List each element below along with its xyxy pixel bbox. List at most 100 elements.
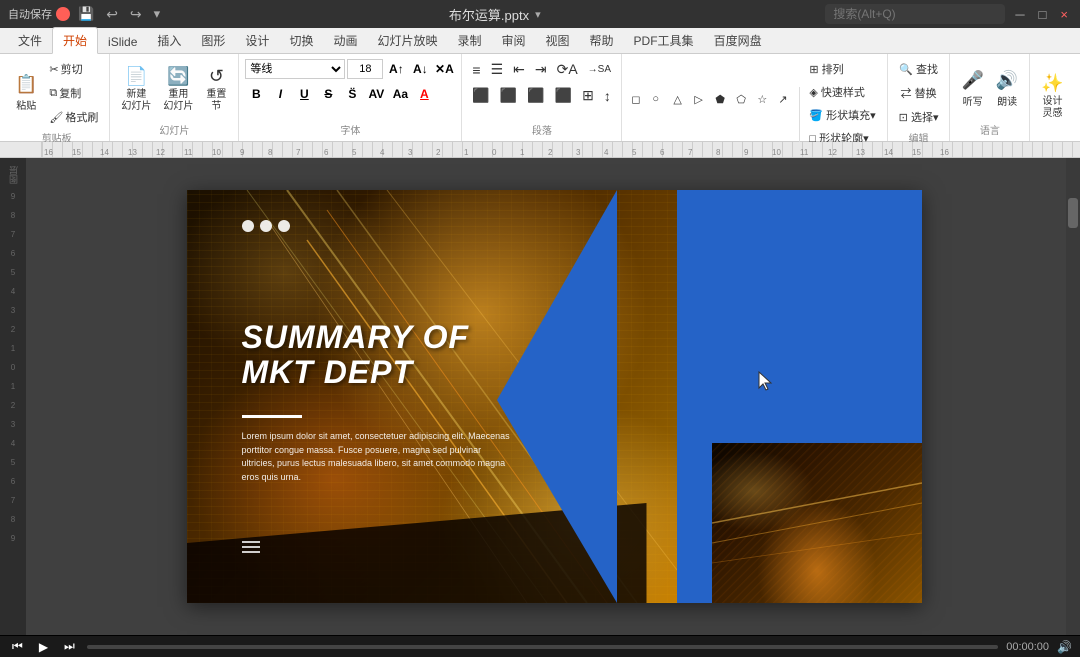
maximize-button[interactable]: □ — [1035, 7, 1051, 22]
svg-text:13: 13 — [856, 148, 865, 157]
slide-canvas[interactable]: SUMMARY OF MKT DEPT Lorem ipsum dolor si… — [187, 190, 922, 603]
close-dot[interactable] — [56, 7, 70, 21]
scrollbar-thumb[interactable] — [1068, 198, 1078, 228]
char-spacing-button[interactable]: AV — [365, 83, 387, 105]
ribbon-group-designer: ✨ 设计灵感 — [1030, 54, 1074, 141]
bold-button[interactable]: B — [245, 83, 267, 105]
shape-item[interactable]: ◻ — [628, 90, 648, 109]
tab-record[interactable]: 录制 — [447, 28, 491, 53]
progress-bar[interactable] — [87, 645, 998, 649]
decrease-indent-button[interactable]: ⇤ — [509, 58, 529, 81]
prev-frame-button[interactable]: ⏮ — [8, 639, 27, 654]
arrange-button[interactable]: ⊞ 排列 — [804, 58, 880, 80]
tab-help[interactable]: 帮助 — [580, 28, 624, 53]
tab-islide[interactable]: iSlide — [98, 31, 147, 53]
save-button[interactable]: 💾 — [74, 6, 98, 22]
shape-item[interactable]: ⬠ — [733, 90, 753, 109]
align-left-button[interactable]: ⬛ — [468, 84, 493, 107]
copy-button[interactable]: ⧉ 复制 — [44, 82, 103, 104]
columns-button[interactable]: ⊞ — [578, 84, 598, 107]
shape-item[interactable]: ☆ — [754, 90, 774, 109]
line-spacing-button[interactable]: ↕ — [600, 85, 615, 107]
quick-styles-button[interactable]: ◈ 快速样式 — [804, 81, 880, 103]
tab-insert[interactable]: 插入 — [147, 28, 191, 53]
tab-slideshow[interactable]: 幻灯片放映 — [367, 28, 447, 53]
tab-drawing[interactable]: 图形 — [191, 28, 235, 53]
case-button[interactable]: Aa — [389, 83, 411, 105]
quick-access-toolbar: 自动保存 💾 ↩ ↪ ▾ — [8, 6, 164, 23]
increase-font-button[interactable]: A↑ — [385, 58, 407, 80]
italic-button[interactable]: I — [269, 83, 291, 105]
text-direction-button[interactable]: ⟳A — [553, 58, 582, 81]
dropdown-arrow[interactable]: ▾ — [535, 8, 541, 21]
tab-animation[interactable]: 动画 — [323, 28, 367, 53]
shape-fill-button[interactable]: 🪣 形状填充▾ — [804, 104, 880, 126]
paragraph-content: ≡ ☰ ⇤ ⇥ ⟳A →SA ⬛ ⬛ ⬛ ⬛ ⊞ ↕ — [468, 58, 615, 120]
left-panel: 图层 9 8 7 6 5 4 3 2 1 0 1 2 3 4 5 6 7 8 9 — [0, 158, 26, 635]
select-button[interactable]: ⊡ 选择▾ — [894, 106, 944, 128]
shadow-button[interactable]: S̈ — [341, 83, 363, 105]
slide-body[interactable]: Lorem ipsum dolor sit amet, consectetuer… — [242, 430, 512, 484]
reset-button[interactable]: ↺ 重置节 — [200, 61, 232, 117]
designer-button[interactable]: ✨ 设计灵感 — [1036, 69, 1068, 125]
play-pause-button[interactable]: ▶ — [35, 640, 52, 654]
replace-button[interactable]: ⇄ 替换 — [896, 82, 942, 104]
tab-view[interactable]: 视图 — [536, 28, 580, 53]
svg-text:1: 1 — [520, 148, 525, 157]
undo-button[interactable]: ↩ — [102, 6, 122, 23]
justify-button[interactable]: ⬛ — [551, 84, 576, 107]
tab-design[interactable]: 设计 — [235, 28, 279, 53]
tab-transition[interactable]: 切换 — [279, 28, 323, 53]
ruler-corner — [0, 142, 42, 157]
tab-home[interactable]: 开始 — [52, 27, 98, 54]
slide-title[interactable]: SUMMARY OF MKT DEPT — [242, 320, 470, 390]
convert-smartart-button[interactable]: →SA — [584, 61, 615, 78]
search-input[interactable] — [825, 4, 1005, 24]
svg-text:14: 14 — [884, 148, 893, 157]
font-family-select[interactable]: 等线 — [245, 59, 345, 79]
close-button[interactable]: × — [1056, 7, 1072, 22]
cut-button[interactable]: ✂ 剪切 — [44, 58, 103, 80]
paste-button[interactable]: 📋 粘贴 — [10, 65, 42, 121]
shape-item[interactable]: △ — [670, 90, 690, 109]
align-right-button[interactable]: ⬛ — [523, 84, 548, 107]
tab-pdf[interactable]: PDF工具集 — [624, 28, 704, 53]
tab-file[interactable]: 文件 — [8, 28, 52, 53]
ribbon-group-drawing: ◻ ○ △ ▷ ⬟ ⬠ ☆ ↗ ⊞ 排列 ◈ 快速样式 🪣 形状填充▾ □ 形状… — [622, 54, 887, 141]
numbering-button[interactable]: ☰ — [487, 58, 508, 81]
decrease-font-button[interactable]: A↓ — [409, 58, 431, 80]
dot-3 — [278, 220, 290, 232]
shape-item[interactable]: ○ — [649, 90, 669, 109]
strikethrough-button[interactable]: S — [317, 83, 339, 105]
new-slide-button[interactable]: 📄 新建幻灯片 — [116, 61, 156, 117]
scrollbar-right[interactable] — [1066, 158, 1080, 635]
clear-format-button[interactable]: ✕A — [433, 58, 455, 80]
volume-button[interactable]: 🔊 — [1057, 640, 1072, 654]
customize-qat-button[interactable]: ▾ — [150, 6, 165, 22]
tab-review[interactable]: 审阅 — [492, 28, 536, 53]
tab-baidu[interactable]: 百度网盘 — [704, 28, 772, 53]
slide-area[interactable]: SUMMARY OF MKT DEPT Lorem ipsum dolor si… — [26, 158, 1066, 635]
increase-indent-button[interactable]: ⇥ — [531, 58, 551, 81]
minimize-button[interactable]: ─ — [1011, 7, 1028, 22]
format-painter-button[interactable]: 🖌 格式刷 — [44, 106, 103, 128]
read-aloud-button[interactable]: 🔊 朗读 — [991, 61, 1023, 117]
dictate-button[interactable]: 🎤 听写 — [956, 61, 988, 117]
font-size-input[interactable] — [347, 59, 383, 79]
redo-button[interactable]: ↪ — [126, 6, 146, 23]
bullets-button[interactable]: ≡ — [468, 59, 484, 81]
svg-text:15: 15 — [912, 148, 921, 157]
canvas-container: SUMMARY OF MKT DEPT Lorem ipsum dolor si… — [187, 190, 922, 603]
underline-button[interactable]: U — [293, 83, 315, 105]
find-button[interactable]: 🔍 查找 — [894, 58, 943, 80]
next-frame-button[interactable]: ⏭ — [60, 639, 79, 654]
center-button[interactable]: ⬛ — [496, 84, 521, 107]
font-color-button[interactable]: A — [413, 83, 435, 105]
svg-text:5: 5 — [632, 148, 637, 157]
reuse-slide-button[interactable]: 🔄 重用幻灯片 — [158, 61, 198, 117]
shape-item[interactable]: ↗ — [775, 90, 795, 109]
shape-item[interactable]: ▷ — [691, 90, 711, 109]
para-row2: ⬛ ⬛ ⬛ ⬛ ⊞ ↕ — [468, 84, 614, 107]
ruler-numbers: 9 8 7 6 5 4 3 2 1 0 1 2 3 4 5 6 7 8 9 — [7, 192, 19, 543]
shape-item[interactable]: ⬟ — [712, 90, 732, 109]
